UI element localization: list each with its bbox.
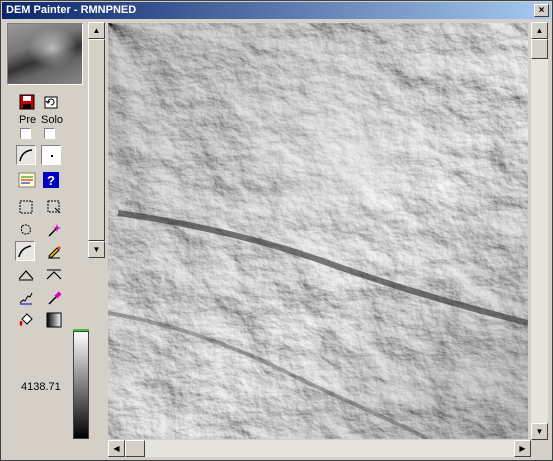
elevation-colorbar [73, 331, 89, 439]
undo-button[interactable] [41, 92, 61, 112]
legend-button[interactable] [17, 170, 37, 190]
legend-icon [18, 172, 36, 188]
magic-wand-button[interactable] [44, 220, 64, 240]
svg-text:?: ? [47, 173, 55, 188]
lasso-button[interactable] [16, 220, 36, 240]
rect-select-plus-button[interactable] [44, 197, 64, 217]
gradient-button[interactable] [44, 310, 64, 330]
arrow-up-icon: ▲ [92, 26, 101, 35]
close-button[interactable]: × [534, 4, 549, 17]
elevation-value: 4138.71 [21, 381, 61, 393]
solo-checkbox[interactable] [44, 128, 55, 139]
dem-map-canvas[interactable] [108, 23, 528, 439]
undo-icon [44, 96, 58, 109]
gradient-icon [46, 312, 62, 328]
save-button[interactable] [17, 92, 37, 112]
close-icon: × [538, 5, 545, 16]
map-scroll-left-button[interactable]: ◀ [108, 440, 125, 457]
pre-checkbox[interactable] [20, 128, 31, 139]
line-tool-icon [18, 245, 32, 258]
dem-hillshade-image [108, 23, 528, 439]
paint-bucket-icon [19, 313, 33, 326]
curve-mode-button[interactable] [16, 145, 36, 165]
map-scroll-right-button[interactable]: ▶ [514, 440, 531, 457]
lower-icon [46, 269, 62, 280]
title-bar: DEM Painter - RMNPNED × [2, 2, 551, 19]
help-icon: ? [43, 172, 59, 188]
arrow-right-icon: ▶ [519, 444, 526, 453]
lasso-icon [20, 224, 31, 235]
rect-select-plus-icon [47, 200, 61, 214]
arrow-down-icon: ▼ [92, 245, 101, 254]
dropper-button[interactable] [44, 288, 64, 308]
scroll-down-button[interactable]: ▼ [88, 241, 105, 258]
point-mode-button[interactable] [41, 145, 61, 165]
save-icon [19, 94, 35, 110]
scroll-thumb[interactable] [88, 39, 105, 241]
scroll-up-button[interactable]: ▲ [88, 22, 105, 39]
smooth-button[interactable] [16, 288, 36, 308]
map-horizontal-scrollbar[interactable]: ◀ ▶ [108, 440, 531, 457]
pencil-eraser-icon [48, 246, 61, 259]
map-hscroll-thumb[interactable] [125, 440, 145, 457]
map-scroll-thumb[interactable] [531, 39, 548, 59]
rect-select-button[interactable] [16, 197, 36, 217]
map-scroll-down-button[interactable]: ▼ [531, 423, 548, 440]
left-vertical-scrollbar[interactable]: ▲ ▼ [88, 22, 105, 258]
dropper-icon [48, 291, 62, 305]
map-scroll-up-button[interactable]: ▲ [531, 22, 548, 39]
raise-button[interactable] [16, 265, 36, 285]
pre-label: Pre [19, 114, 37, 126]
solo-label: Solo [41, 114, 64, 126]
help-button[interactable]: ? [41, 170, 61, 190]
raise-icon [18, 270, 34, 281]
window-title: DEM Painter - RMNPNED [6, 4, 137, 16]
rect-select-icon [19, 200, 33, 214]
dem-painter-window: DEM Painter - RMNPNED × Pre Solo ? ▲ ▼ ▲… [0, 0, 553, 461]
paint-bucket-button[interactable] [16, 310, 36, 330]
lower-button[interactable] [44, 265, 64, 285]
line-tool-button[interactable] [15, 241, 35, 261]
smooth-icon [19, 292, 33, 305]
dot-icon [51, 155, 53, 157]
arrow-up-icon: ▲ [535, 26, 544, 35]
line-curve-icon [19, 149, 33, 162]
map-vertical-scrollbar[interactable]: ▲ ▼ [531, 22, 548, 440]
overview-thumbnail[interactable] [7, 23, 83, 85]
arrow-left-icon: ◀ [113, 444, 120, 453]
magic-wand-icon [48, 224, 61, 237]
pencil-eraser-button[interactable] [44, 241, 64, 261]
arrow-down-icon: ▼ [535, 427, 544, 436]
